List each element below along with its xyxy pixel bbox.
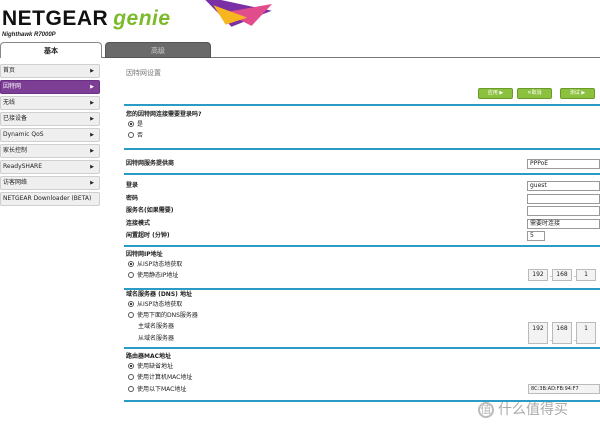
- ip-section-title: 因特网IP地址: [126, 251, 163, 258]
- netgear-logo: NETGEAR genie: [2, 7, 171, 30]
- primary-dns-octet-2[interactable]: 168: [552, 322, 572, 344]
- isp-label: 因特网服务提供商: [126, 160, 175, 167]
- isp-select[interactable]: PPPoE: [527, 159, 600, 169]
- apply-button[interactable]: 应用 ▶: [478, 88, 513, 99]
- static-ip-octet-1[interactable]: 192: [528, 269, 548, 281]
- dns-manual-radio[interactable]: 使用下面的DNS服务器: [128, 311, 198, 320]
- cancel-button[interactable]: ✕取消: [517, 88, 552, 99]
- smzdm-logo-icon: 值: [478, 402, 494, 418]
- idle-timeout-label: 闲置超时 (分钟): [126, 232, 170, 239]
- password-label: 密码: [126, 195, 139, 202]
- tab-bar: 基本 高级: [0, 42, 600, 58]
- tab-advanced[interactable]: 高级: [105, 42, 211, 58]
- primary-dns-octet-3[interactable]: 1: [576, 322, 596, 344]
- static-ip-octet-3[interactable]: 1: [576, 269, 596, 281]
- radio-checked-icon: [128, 260, 134, 267]
- sidebar-item-internet[interactable]: 因特网 ▶: [0, 80, 100, 94]
- login-question-label: 您的因特网连接需要登录吗?: [126, 111, 202, 118]
- sidebar-item-downloader[interactable]: NETGEAR Downloader (BETA): [0, 192, 100, 206]
- mac-custom-radio[interactable]: 使用以下MAC地址: [128, 385, 186, 394]
- radio-checked-icon: [128, 120, 134, 127]
- divider: [124, 288, 600, 290]
- test-button[interactable]: 测试 ▶: [560, 88, 595, 99]
- connection-mode-label: 连接模式: [126, 220, 151, 227]
- connection-mode-select[interactable]: 需要时连接: [527, 219, 600, 229]
- sidebar-item-parental[interactable]: 家长控制 ▶: [0, 144, 100, 158]
- divider: [124, 347, 600, 349]
- chevron-right-icon: ▶: [90, 180, 94, 186]
- sidebar-item-guest[interactable]: 访客网络 ▶: [0, 176, 100, 190]
- divider: [124, 173, 600, 175]
- divider: [124, 104, 600, 106]
- chevron-right-icon: ▶: [90, 84, 94, 90]
- primary-dns-label: 主域名服务器: [138, 323, 175, 330]
- sidebar-item-devices[interactable]: 已接设备 ▶: [0, 112, 100, 126]
- radio-icon: [128, 131, 134, 138]
- mac-section-title: 路由器MAC地址: [126, 353, 172, 360]
- service-name-label: 服务名(如果需要): [126, 207, 174, 214]
- radio-icon: [128, 373, 134, 380]
- login-label: 登录: [126, 182, 139, 189]
- service-name-input[interactable]: [527, 206, 600, 216]
- page-title: 因特网设置: [126, 69, 161, 77]
- mac-default-radio[interactable]: 使用缺省地址: [128, 362, 173, 371]
- radio-icon: [128, 385, 134, 392]
- sidebar-item-readyshare[interactable]: ReadySHARE ▶: [0, 160, 100, 174]
- login-no-radio[interactable]: 否: [128, 131, 143, 140]
- sidebar: 首页 ▶ 因特网 ▶ 无线 ▶ 已接设备 ▶ Dynamic QoS ▶ 家长控制 ▶ Re…: [0, 64, 100, 208]
- dns-dynamic-radio[interactable]: 从ISP动态地获取: [128, 300, 182, 309]
- idle-timeout-input[interactable]: 5: [527, 231, 545, 241]
- password-input[interactable]: [527, 194, 600, 204]
- divider: [124, 245, 600, 247]
- divider: [124, 148, 600, 150]
- chevron-right-icon: ▶: [90, 116, 94, 122]
- static-ip-octet-2[interactable]: 168: [552, 269, 572, 281]
- main-content: 因特网设置 应用 ▶ ✕取消 测试 ▶ 您的因特网连接需要登录吗? 是 否 因特…: [120, 64, 600, 402]
- tab-basic[interactable]: 基本: [0, 42, 102, 58]
- radio-icon: [128, 311, 134, 318]
- watermark: 值什么值得买: [478, 399, 568, 419]
- ip-dynamic-radio[interactable]: 从ISP动态地获取: [128, 260, 182, 269]
- secondary-dns-label: 从域名服务器: [138, 335, 175, 342]
- mac-computer-radio[interactable]: 使用计算机MAC地址: [128, 373, 192, 382]
- model-name: Nighthawk R7000P: [2, 32, 56, 38]
- ip-static-radio[interactable]: 使用静态IP地址: [128, 271, 178, 280]
- chevron-right-icon: ▶: [90, 132, 94, 138]
- login-yes-radio[interactable]: 是: [128, 120, 143, 129]
- chevron-right-icon: ▶: [90, 164, 94, 170]
- dns-section-title: 域名服务器 (DNS) 地址: [126, 291, 192, 298]
- login-input[interactable]: guest: [527, 181, 600, 191]
- primary-dns-octet-1[interactable]: 192: [528, 322, 548, 344]
- chevron-right-icon: ▶: [90, 100, 94, 106]
- chevron-right-icon: ▶: [90, 68, 94, 74]
- header: NETGEAR genie Nighthawk R7000P: [0, 0, 600, 44]
- sidebar-item-wireless[interactable]: 无线 ▶: [0, 96, 100, 110]
- sidebar-item-home[interactable]: 首页 ▶: [0, 64, 100, 78]
- mac-address-input[interactable]: 8C:3B:AD:FB:94:F7: [528, 384, 600, 394]
- sidebar-item-qos[interactable]: Dynamic QoS ▶: [0, 128, 100, 142]
- radio-icon: [128, 271, 134, 278]
- radio-checked-icon: [128, 300, 134, 307]
- chevron-right-icon: ▶: [90, 148, 94, 154]
- radio-checked-icon: [128, 362, 134, 369]
